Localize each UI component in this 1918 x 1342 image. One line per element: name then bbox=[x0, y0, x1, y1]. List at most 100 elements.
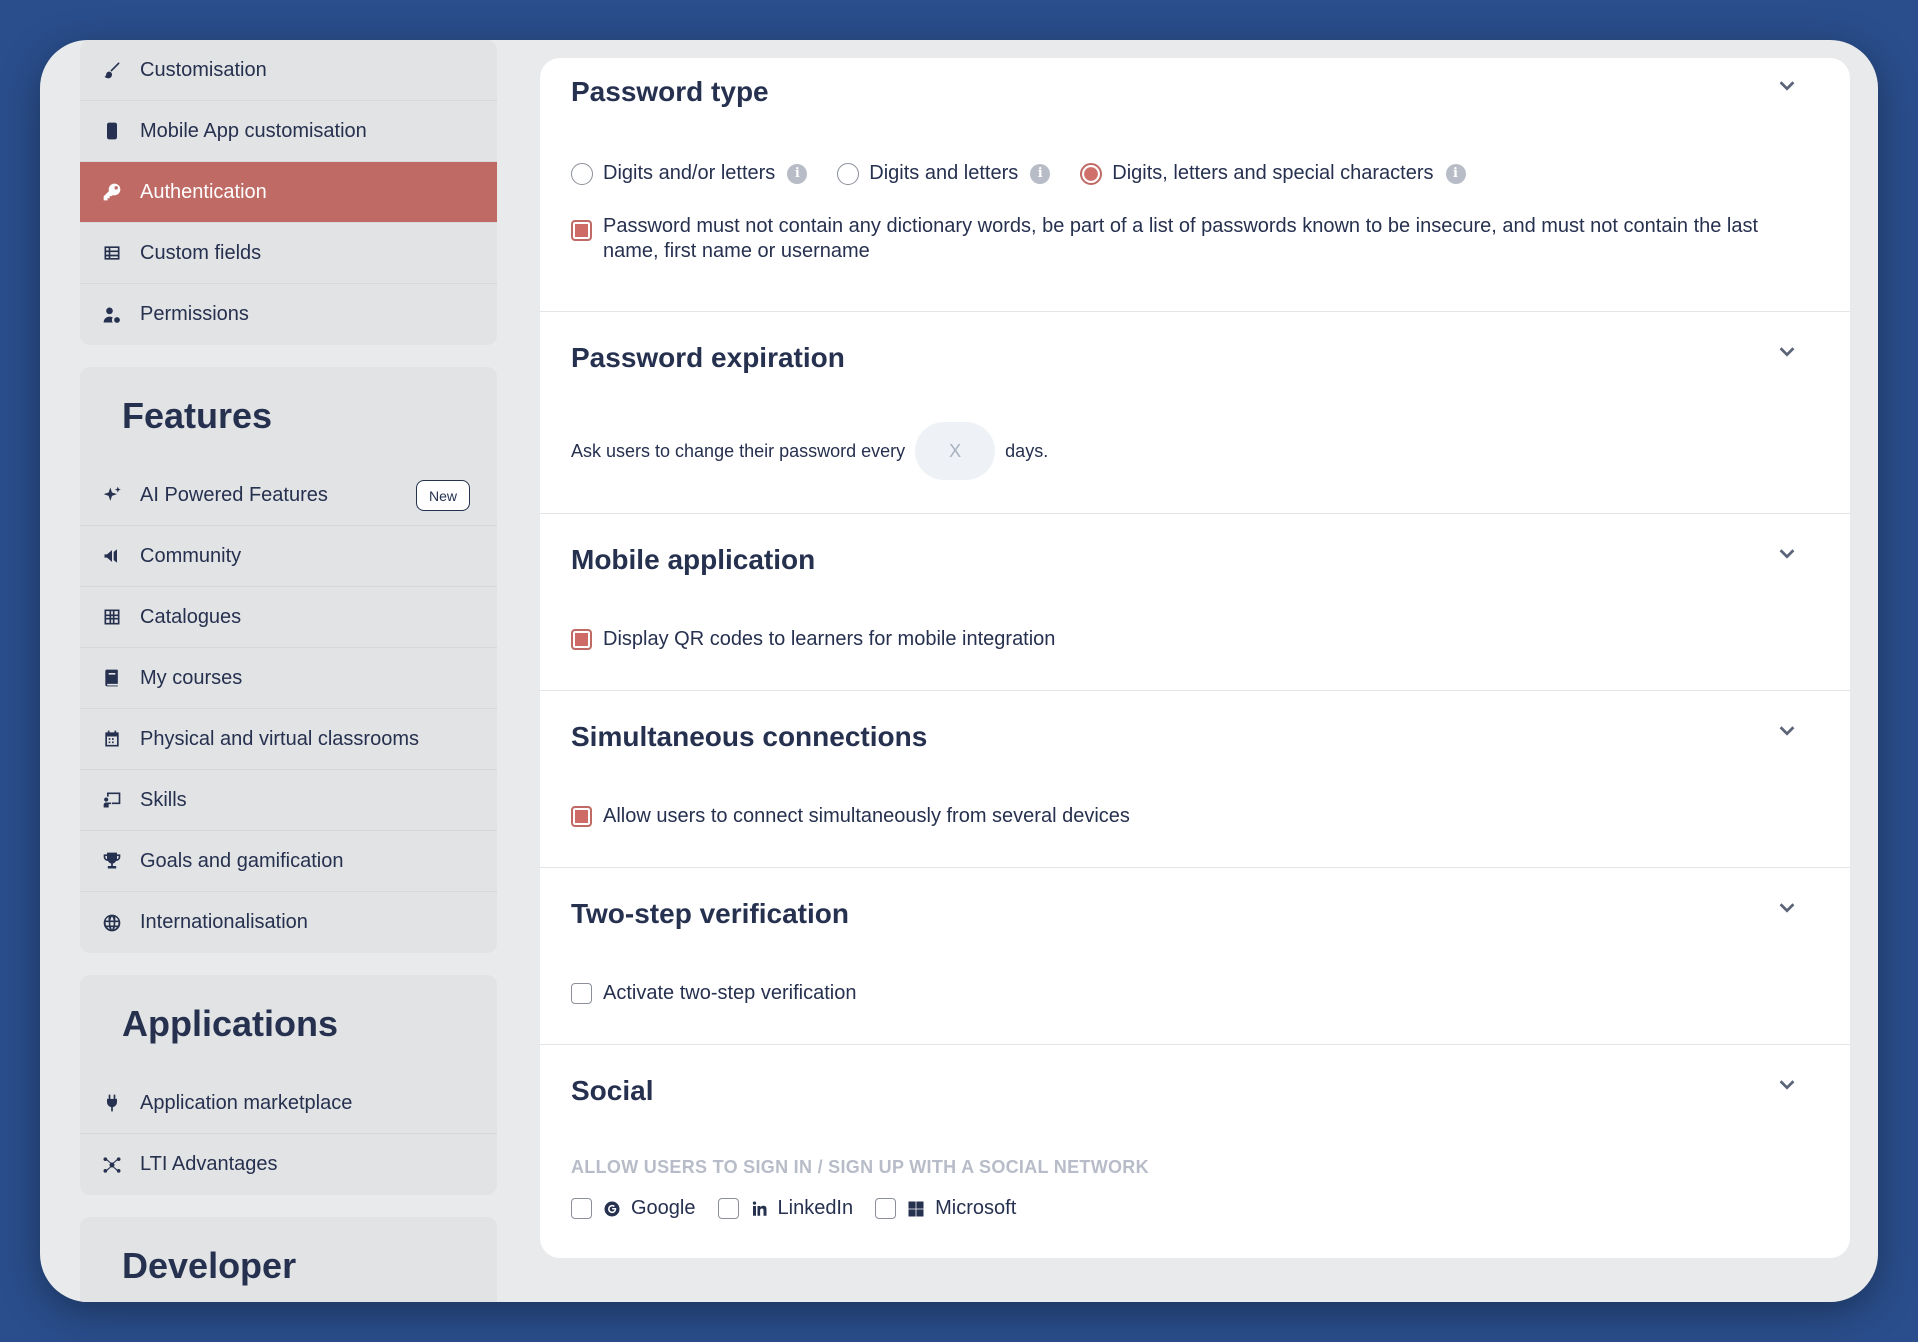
sidebar-item-customisation[interactable]: Customisation bbox=[80, 40, 497, 101]
brush-icon bbox=[100, 58, 124, 82]
microsoft-checkbox[interactable] bbox=[875, 1198, 897, 1219]
sidebar-item-custom-fields[interactable]: Custom fields bbox=[80, 223, 497, 284]
expiration-days-input[interactable]: X bbox=[915, 422, 996, 480]
section-title: Social bbox=[571, 1075, 654, 1106]
sidebar-item-permissions[interactable]: Permissions bbox=[80, 284, 497, 345]
two-step-checkbox[interactable] bbox=[571, 983, 592, 1004]
password-type-options: Digits and/or letters i Digits and lette… bbox=[571, 162, 1496, 185]
sidebar-item-label: Physical and virtual classrooms bbox=[140, 727, 419, 750]
chevron-down-icon[interactable] bbox=[1776, 74, 1798, 96]
social-caption-text: ALLOW USERS TO SIGN IN / SIGN UP WITH A … bbox=[571, 1157, 1149, 1177]
sidebar-item-label: Permissions bbox=[140, 303, 249, 325]
developer-heading: Developer bbox=[122, 1245, 297, 1286]
chevron-down-icon[interactable] bbox=[1776, 1073, 1798, 1095]
sparkles-icon bbox=[100, 483, 124, 507]
hub-icon bbox=[100, 1153, 124, 1177]
developer-menu: Developer bbox=[80, 1217, 497, 1302]
dictionary-rule-checkbox[interactable] bbox=[571, 220, 592, 241]
simultaneous-checkbox[interactable] bbox=[571, 806, 592, 827]
sidebar-item-skills[interactable]: Skills bbox=[80, 770, 497, 831]
microsoft-icon bbox=[907, 1200, 925, 1218]
info-icon[interactable]: i bbox=[787, 163, 808, 184]
qr-code-checkbox[interactable] bbox=[571, 629, 592, 650]
sidebar-item-ai-powered-features[interactable]: AI Powered Features New bbox=[80, 465, 497, 526]
password-expiration-section: Password expiration Ask users to change … bbox=[540, 312, 1850, 514]
radio-digits-letters-special[interactable] bbox=[1080, 162, 1103, 185]
sidebar-item-label: Catalogues bbox=[140, 605, 242, 628]
sidebar-item-authentication[interactable]: Authentication bbox=[80, 162, 497, 223]
sidebar-item-community[interactable]: Community bbox=[80, 526, 497, 587]
simultaneous-label: Allow users to connect simultaneously fr… bbox=[603, 805, 1130, 827]
sidebar: Customisation Mobile App customisation A… bbox=[80, 40, 497, 1302]
sidebar-item-mobile-app-customisation[interactable]: Mobile App customisation bbox=[80, 101, 497, 162]
chalkboard-icon bbox=[100, 788, 124, 812]
google-icon bbox=[603, 1200, 621, 1218]
google-label: Google bbox=[631, 1197, 696, 1219]
microsoft-label: Microsoft bbox=[935, 1197, 1017, 1219]
applications-heading: Applications bbox=[122, 1003, 339, 1044]
sidebar-item-label: Application marketplace bbox=[140, 1091, 353, 1114]
simultaneous-connections-section: Simultaneous connections Allow users to … bbox=[540, 691, 1850, 868]
trophy-icon bbox=[100, 849, 124, 873]
settings-panel: Password type Digits and/or letters i Di… bbox=[540, 58, 1850, 1258]
chevron-down-icon[interactable] bbox=[1776, 896, 1798, 918]
sidebar-item-classrooms[interactable]: Physical and virtual classrooms bbox=[80, 709, 497, 770]
password-type-section: Password type Digits and/or letters i Di… bbox=[540, 58, 1850, 312]
simultaneous-option: Allow users to connect simultaneously fr… bbox=[571, 805, 1130, 828]
qr-code-label: Display QR codes to learners for mobile … bbox=[603, 628, 1056, 650]
section-title: Password type bbox=[571, 76, 769, 107]
key-icon bbox=[100, 180, 124, 204]
info-icon[interactable]: i bbox=[1445, 163, 1466, 184]
two-step-option: Activate two-step verification bbox=[571, 982, 856, 1005]
sidebar-item-label: LTI Advantages bbox=[140, 1153, 278, 1175]
google-checkbox[interactable] bbox=[571, 1198, 592, 1219]
user-gear-icon bbox=[100, 303, 124, 327]
features-menu: Features AI Powered Features New Communi… bbox=[80, 367, 497, 953]
section-title: Password expiration bbox=[571, 342, 845, 373]
section-title: Simultaneous connections bbox=[571, 721, 928, 752]
sidebar-item-catalogues[interactable]: Catalogues bbox=[80, 587, 497, 648]
linkedin-label: LinkedIn bbox=[777, 1197, 854, 1219]
sidebar-item-label: Custom fields bbox=[140, 241, 262, 264]
linkedin-icon bbox=[750, 1200, 768, 1218]
features-heading: Features bbox=[122, 395, 273, 436]
info-icon[interactable]: i bbox=[1030, 163, 1051, 184]
sidebar-item-goals-gamification[interactable]: Goals and gamification bbox=[80, 831, 497, 892]
social-networks: Google LinkedIn Microsoft bbox=[571, 1197, 1016, 1220]
radio-digits-or-letters[interactable] bbox=[571, 162, 593, 185]
expiration-suffix: days. bbox=[1005, 440, 1049, 461]
social-section: Social ALLOW USERS TO SIGN IN / SIGN UP … bbox=[540, 1045, 1850, 1258]
megaphone-icon bbox=[100, 544, 124, 568]
sidebar-item-internationalisation[interactable]: Internationalisation bbox=[80, 892, 497, 953]
sidebar-item-my-courses[interactable]: My courses bbox=[80, 648, 497, 709]
book-icon bbox=[100, 666, 124, 690]
qr-code-option: Display QR codes to learners for mobile … bbox=[571, 628, 1055, 651]
sidebar-item-label: Mobile App customisation bbox=[140, 119, 367, 142]
settings-menu: Customisation Mobile App customisation A… bbox=[80, 40, 497, 345]
calendar-icon bbox=[100, 727, 124, 751]
sidebar-item-label: Internationalisation bbox=[140, 911, 308, 933]
dictionary-rule-line2: name, first name or username bbox=[603, 240, 870, 262]
radio-label: Digits and letters bbox=[869, 162, 1019, 184]
expiration-prefix: Ask users to change their password every bbox=[571, 440, 906, 461]
radio-label: Digits and/or letters bbox=[603, 162, 776, 184]
sidebar-item-lti-advantages[interactable]: LTI Advantages bbox=[80, 1134, 497, 1195]
two-step-label: Activate two-step verification bbox=[603, 982, 857, 1004]
section-title: Two-step verification bbox=[571, 898, 849, 929]
sidebar-item-label: Skills bbox=[140, 788, 187, 811]
radio-digits-and-letters[interactable] bbox=[837, 162, 860, 185]
two-step-section: Two-step verification Activate two-step … bbox=[540, 868, 1850, 1045]
app-window: Customisation Mobile App customisation A… bbox=[40, 40, 1878, 1302]
chevron-down-icon[interactable] bbox=[1776, 719, 1798, 741]
sidebar-item-label: Customisation bbox=[140, 58, 267, 81]
linkedin-checkbox[interactable] bbox=[717, 1198, 739, 1219]
dictionary-rule-text: Password must not contain any dictionary… bbox=[603, 214, 1758, 264]
social-caption: ALLOW USERS TO SIGN IN / SIGN UP WITH A … bbox=[571, 1157, 1149, 1178]
sidebar-item-application-marketplace[interactable]: Application marketplace bbox=[80, 1073, 497, 1134]
sidebar-item-label: Community bbox=[140, 544, 242, 567]
chevron-down-icon[interactable] bbox=[1776, 340, 1798, 362]
sidebar-item-label: AI Powered Features bbox=[140, 483, 328, 506]
plug-icon bbox=[100, 1091, 124, 1115]
chevron-down-icon[interactable] bbox=[1776, 542, 1798, 564]
mobile-icon bbox=[100, 119, 124, 143]
